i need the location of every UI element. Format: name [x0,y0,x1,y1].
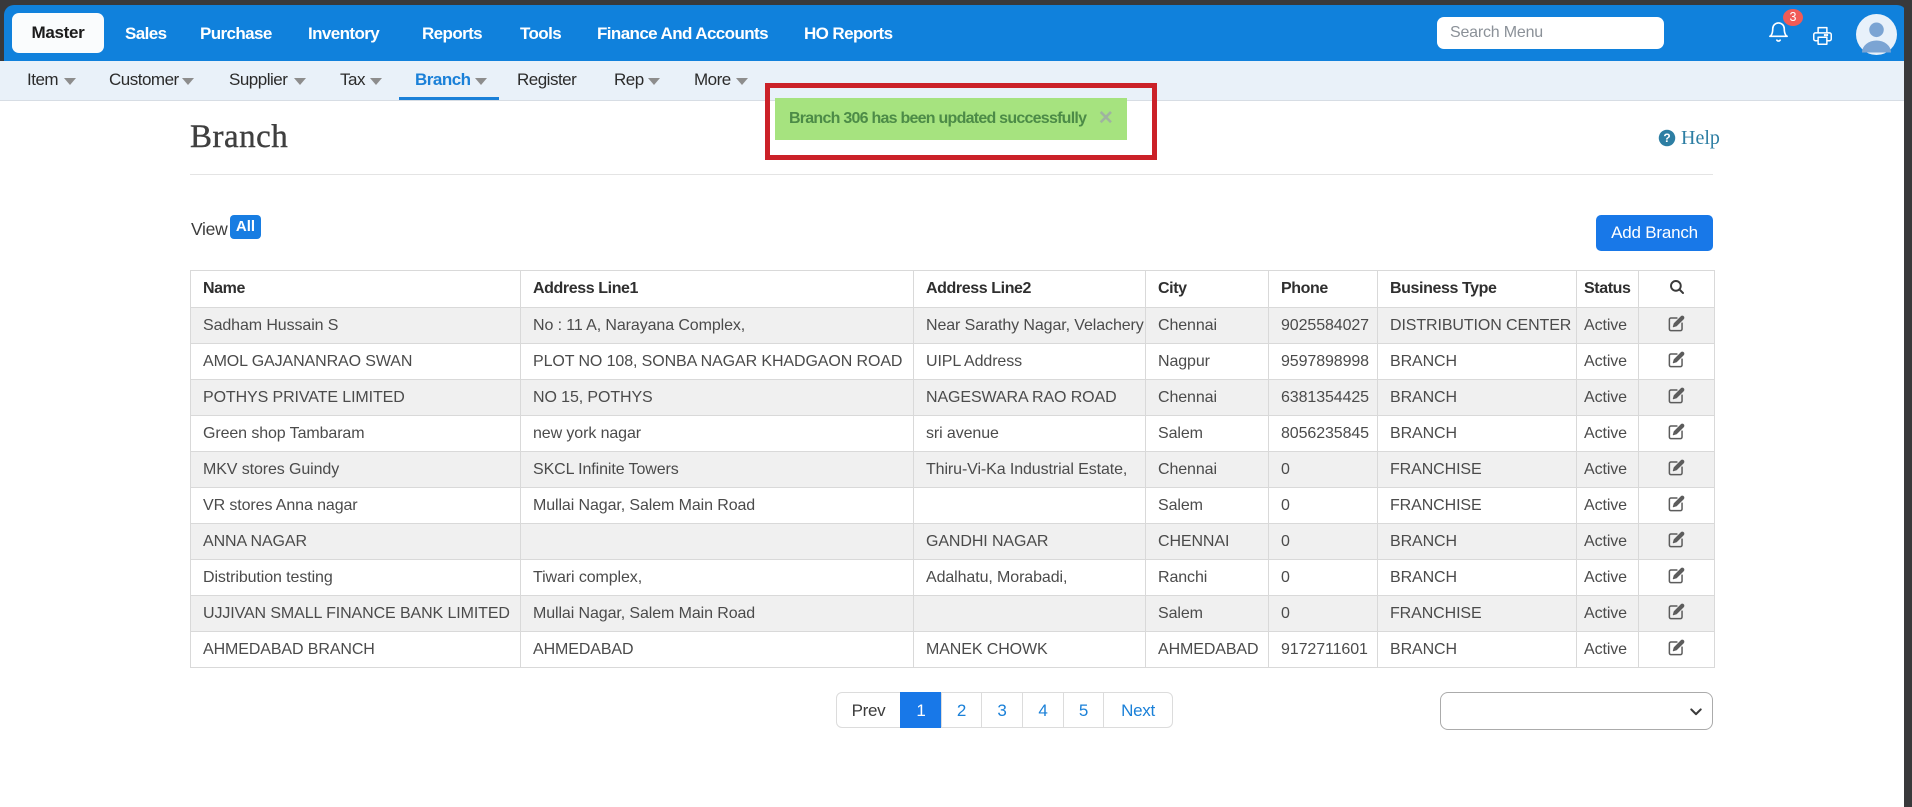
svg-text:?: ? [1663,131,1670,145]
